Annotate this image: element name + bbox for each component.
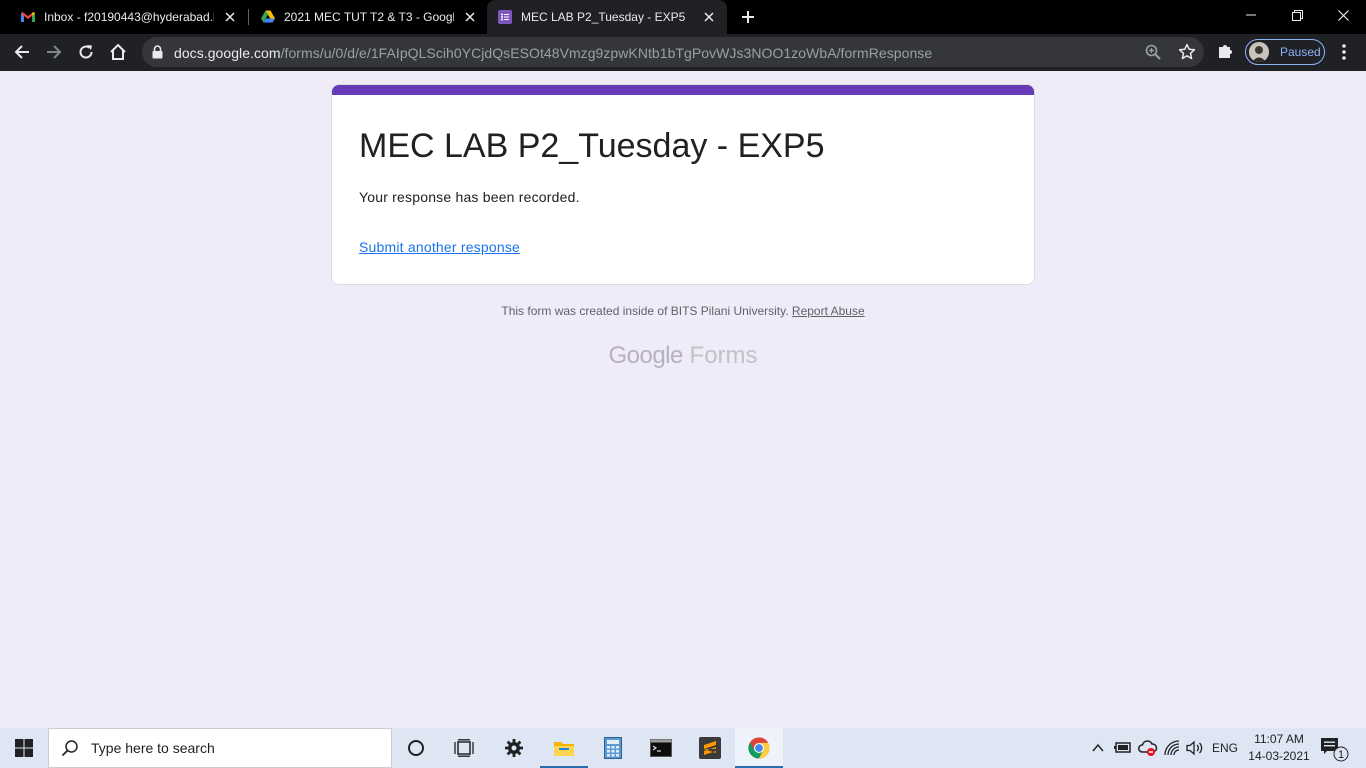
home-icon xyxy=(110,43,126,60)
close-icon xyxy=(1337,9,1349,21)
search-placeholder: Type here to search xyxy=(91,740,215,756)
system-clock[interactable]: 11:07 AM 14-03-2021 xyxy=(1244,731,1314,765)
wifi-network-icon[interactable] xyxy=(1164,740,1180,756)
calculator-icon xyxy=(604,737,622,759)
footer-text: This form was created inside of BITS Pil… xyxy=(501,304,789,318)
avatar xyxy=(1249,42,1269,62)
minimize-button[interactable] xyxy=(1228,0,1274,30)
tab-title: 2021 MEC TUT T2 & T3 - Google xyxy=(284,10,454,24)
cortana-button[interactable] xyxy=(392,728,440,768)
profile-status: Paused xyxy=(1280,45,1321,59)
taskbar-google-chrome[interactable] xyxy=(735,728,783,768)
chrome-icon xyxy=(748,737,770,759)
tab-gmail-inbox[interactable]: Inbox - f20190443@hyderabad.b xyxy=(0,0,248,34)
taskbar-settings[interactable] xyxy=(490,728,538,768)
tab-title: MEC LAB P2_Tuesday - EXP5 xyxy=(521,10,686,24)
show-hidden-icons-chevron-up-icon[interactable] xyxy=(1092,743,1104,753)
zoom-icon[interactable] xyxy=(1145,44,1161,60)
lock-icon[interactable] xyxy=(152,45,163,59)
task-view-button[interactable] xyxy=(440,728,488,768)
confirmation-message: Your response has been recorded. xyxy=(359,189,580,205)
reload-button[interactable] xyxy=(72,38,100,66)
home-button[interactable] xyxy=(104,38,132,66)
browser-tab-strip: Inbox - f20190443@hyderabad.b 2021 MEC T… xyxy=(0,0,1366,34)
tab-mec-tut[interactable]: 2021 MEC TUT T2 & T3 - Google xyxy=(240,0,488,34)
google-wordmark: Google xyxy=(608,342,683,369)
close-window-button[interactable] xyxy=(1320,0,1366,30)
forms-wordmark: Forms xyxy=(689,342,758,369)
google-forms-icon xyxy=(498,10,512,24)
form-title: MEC LAB P2_Tuesday - EXP5 xyxy=(359,127,825,165)
forward-button[interactable] xyxy=(40,38,68,66)
close-tab-icon[interactable] xyxy=(462,9,478,25)
back-button[interactable] xyxy=(8,38,36,66)
google-drive-icon xyxy=(261,10,275,23)
url-host: docs.google.com xyxy=(174,45,281,61)
taskbar-search-box[interactable]: Type here to search xyxy=(48,728,392,768)
sublime-text-icon xyxy=(699,737,721,759)
tab-title: Inbox - f20190443@hyderabad.b xyxy=(44,10,214,24)
browser-toolbar: docs.google.com/forms/u/0/d/e/1FAIpQLSci… xyxy=(0,34,1366,71)
input-language[interactable]: ENG xyxy=(1212,741,1238,755)
profile-button[interactable]: Paused xyxy=(1245,39,1325,65)
new-tab-button[interactable] xyxy=(736,5,760,29)
url-text: docs.google.com/forms/u/0/d/e/1FAIpQLSci… xyxy=(174,45,932,61)
address-bar[interactable]: docs.google.com/forms/u/0/d/e/1FAIpQLSci… xyxy=(142,37,1204,67)
extensions-puzzle-icon[interactable] xyxy=(1216,42,1234,60)
taskbar-file-explorer[interactable] xyxy=(540,728,588,768)
reload-icon xyxy=(79,45,93,59)
folder-icon xyxy=(554,742,574,756)
restore-button[interactable] xyxy=(1274,0,1320,30)
close-tab-icon[interactable] xyxy=(701,9,717,25)
windows-taskbar: Type here to search ENG 11:07 AM 14-03-2… xyxy=(0,728,1366,768)
onedrive-cloud-icon[interactable] xyxy=(1138,739,1158,757)
more-menu-icon[interactable] xyxy=(1336,42,1352,62)
minimize-icon xyxy=(1246,14,1256,16)
taskbar-calculator[interactable] xyxy=(589,728,637,768)
restore-icon xyxy=(1291,9,1303,21)
volume-speaker-icon[interactable] xyxy=(1186,740,1204,756)
taskbar-command-prompt[interactable] xyxy=(637,728,685,768)
command-prompt-icon xyxy=(650,739,672,757)
tab-mec-lab-form[interactable]: MEC LAB P2_Tuesday - EXP5 xyxy=(487,0,727,34)
arrow-right-icon xyxy=(47,45,62,59)
battery-plug-icon[interactable] xyxy=(1114,740,1132,754)
submit-another-response-link[interactable]: Submit another response xyxy=(359,239,520,255)
start-button[interactable] xyxy=(0,728,48,768)
plus-icon xyxy=(742,11,754,23)
cortana-circle-icon xyxy=(408,740,424,756)
action-center-button[interactable]: 1 xyxy=(1320,736,1350,767)
search-icon xyxy=(61,740,78,757)
windows-logo-icon xyxy=(15,739,33,757)
form-response-card: MEC LAB P2_Tuesday - EXP5 Your response … xyxy=(331,84,1035,285)
clock-time: 11:07 AM xyxy=(1254,732,1304,746)
notification-count: 1 xyxy=(1338,749,1344,761)
close-tab-icon[interactable] xyxy=(222,9,238,25)
gear-icon xyxy=(505,739,523,757)
form-footer-note: This form was created inside of BITS Pil… xyxy=(0,304,1366,318)
bookmark-star-icon[interactable] xyxy=(1178,43,1196,61)
notification-icon: 1 xyxy=(1321,738,1349,762)
form-accent-bar xyxy=(332,85,1034,95)
google-forms-logo[interactable]: Google Forms xyxy=(0,342,1366,370)
arrow-left-icon xyxy=(14,45,29,59)
gmail-icon xyxy=(21,12,35,22)
taskbar-sublime-text[interactable] xyxy=(686,728,734,768)
url-path: /forms/u/0/d/e/1FAIpQLScih0YCjdQsESOt48V… xyxy=(280,45,933,61)
report-abuse-link[interactable]: Report Abuse xyxy=(792,304,865,318)
clock-date: 14-03-2021 xyxy=(1248,749,1310,763)
task-view-icon xyxy=(454,739,474,757)
